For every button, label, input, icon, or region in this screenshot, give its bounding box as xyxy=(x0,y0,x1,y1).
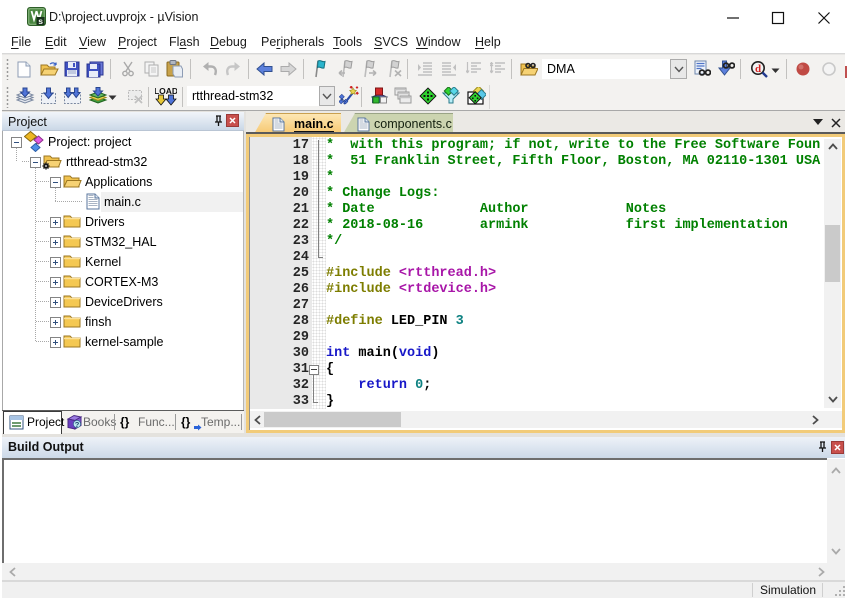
svg-text:d: d xyxy=(755,63,761,75)
svg-text:?: ? xyxy=(75,420,80,429)
svg-text:LOAD: LOAD xyxy=(155,86,177,96)
svg-text:s: s xyxy=(38,16,43,26)
